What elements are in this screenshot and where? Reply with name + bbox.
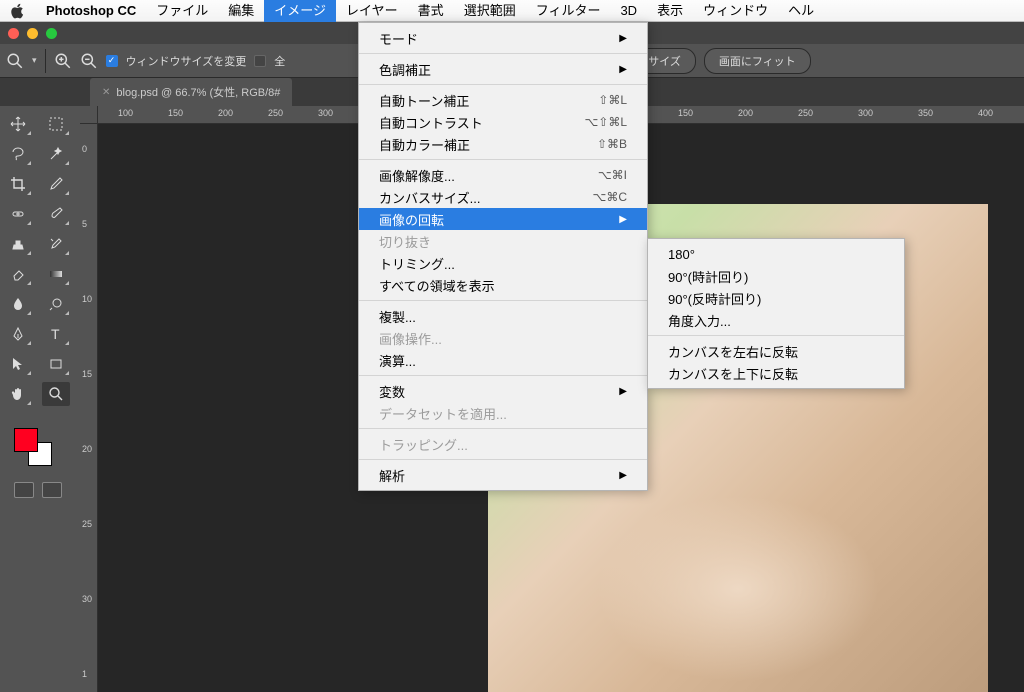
- flip-vertical[interactable]: カンバスを上下に反転: [648, 362, 904, 384]
- eyedropper-tool[interactable]: [42, 172, 70, 196]
- menu-trap: トラッピング...: [359, 433, 647, 455]
- dodge-tool[interactable]: [42, 292, 70, 316]
- foreground-swatch[interactable]: [14, 428, 38, 452]
- blur-tool[interactable]: [4, 292, 32, 316]
- flip-horizontal[interactable]: カンバスを左右に反転: [648, 340, 904, 362]
- lasso-tool[interactable]: [4, 142, 32, 166]
- clone-stamp-tool[interactable]: [4, 232, 32, 256]
- type-tool[interactable]: T: [42, 322, 70, 346]
- all-windows-label: 全: [274, 53, 285, 69]
- ruler-origin[interactable]: [80, 106, 98, 124]
- menu-edit[interactable]: 編集: [218, 0, 264, 22]
- menu-analysis[interactable]: 解析▶: [359, 464, 647, 486]
- menu-adjustments[interactable]: 色調補正▶: [359, 58, 647, 80]
- rectangle-tool[interactable]: [42, 352, 70, 376]
- rotate-180[interactable]: 180°: [648, 243, 904, 265]
- zoom-button[interactable]: [46, 28, 57, 39]
- menu-canvas-size[interactable]: カンバスサイズ...⌥⌘C: [359, 186, 647, 208]
- quick-mask-toggle[interactable]: [14, 482, 76, 498]
- rotate-90-cw[interactable]: 90°(時計回り): [648, 265, 904, 287]
- zoom-out-icon[interactable]: [80, 52, 98, 70]
- dropdown-arrow-icon[interactable]: ▾: [32, 55, 37, 66]
- menu-calculations[interactable]: 演算...: [359, 349, 647, 371]
- gradient-tool[interactable]: [42, 262, 70, 286]
- history-brush-tool[interactable]: [42, 232, 70, 256]
- healing-brush-tool[interactable]: [4, 202, 32, 226]
- menu-variables[interactable]: 変数▶: [359, 380, 647, 402]
- pen-tool[interactable]: [4, 322, 32, 346]
- menu-view[interactable]: 表示: [647, 0, 693, 22]
- menu-3d[interactable]: 3D: [610, 0, 647, 22]
- ruler-vertical[interactable]: 0 5 10 15 20 25 30 1: [80, 124, 98, 692]
- fill-screen-button[interactable]: 画面にフィット: [704, 48, 811, 74]
- menu-auto-color[interactable]: 自動カラー補正⇧⌘B: [359, 133, 647, 155]
- menu-reveal-all[interactable]: すべての領域を表示: [359, 274, 647, 296]
- zoom-tool[interactable]: [42, 382, 70, 406]
- menu-help[interactable]: ヘル: [778, 0, 824, 22]
- menu-image-rotation[interactable]: 画像の回転▶: [359, 208, 647, 230]
- menu-auto-contrast[interactable]: 自動コントラスト⌥⇧⌘L: [359, 111, 647, 133]
- menu-image-size[interactable]: 画像解像度...⌥⌘I: [359, 164, 647, 186]
- crop-tool[interactable]: [4, 172, 32, 196]
- minimize-button[interactable]: [27, 28, 38, 39]
- eraser-tool[interactable]: [4, 262, 32, 286]
- menu-filter[interactable]: フィルター: [526, 0, 611, 22]
- apple-icon[interactable]: [10, 3, 26, 19]
- menubar: Photoshop CC ファイル 編集 イメージ レイヤー 書式 選択範囲 フ…: [0, 0, 1024, 22]
- menu-duplicate[interactable]: 複製...: [359, 305, 647, 327]
- menu-trim[interactable]: トリミング...: [359, 252, 647, 274]
- traffic-lights: [8, 28, 57, 39]
- zoom-in-icon[interactable]: [54, 52, 72, 70]
- close-button[interactable]: [8, 28, 19, 39]
- menu-image[interactable]: イメージ: [264, 0, 336, 22]
- menu-mode[interactable]: モード▶: [359, 27, 647, 49]
- menu-apply-image: 画像操作...: [359, 327, 647, 349]
- zoom-tool-icon[interactable]: [6, 52, 24, 70]
- color-swatches[interactable]: [14, 428, 54, 468]
- menu-crop: 切り抜き: [359, 230, 647, 252]
- menu-auto-tone[interactable]: 自動トーン補正⇧⌘L: [359, 89, 647, 111]
- resize-window-checkbox[interactable]: ✓: [106, 55, 118, 67]
- app-name[interactable]: Photoshop CC: [36, 3, 146, 18]
- close-tab-icon[interactable]: ✕: [102, 87, 110, 98]
- magic-wand-tool[interactable]: [42, 142, 70, 166]
- tab-label: blog.psd @ 66.7% (女性, RGB/8#: [116, 84, 280, 100]
- menu-file[interactable]: ファイル: [146, 0, 218, 22]
- resize-window-label: ウィンドウサイズを変更: [126, 53, 247, 69]
- marquee-tool[interactable]: [42, 112, 70, 136]
- image-menu-dropdown: モード▶ 色調補正▶ 自動トーン補正⇧⌘L 自動コントラスト⌥⇧⌘L 自動カラー…: [358, 22, 648, 491]
- image-rotation-submenu: 180° 90°(時計回り) 90°(反時計回り) 角度入力... カンバスを左…: [647, 238, 905, 389]
- brush-tool[interactable]: [42, 202, 70, 226]
- menu-layer[interactable]: レイヤー: [336, 0, 408, 22]
- all-windows-checkbox[interactable]: [254, 55, 266, 67]
- hand-tool[interactable]: [4, 382, 32, 406]
- document-tab[interactable]: ✕ blog.psd @ 66.7% (女性, RGB/8#: [90, 78, 292, 106]
- move-tool[interactable]: [4, 112, 32, 136]
- rotate-arbitrary[interactable]: 角度入力...: [648, 309, 904, 331]
- rotate-90-ccw[interactable]: 90°(反時計回り): [648, 287, 904, 309]
- menu-select[interactable]: 選択範囲: [454, 0, 526, 22]
- toolbox: T: [0, 106, 80, 692]
- menu-window[interactable]: ウィンドウ: [693, 0, 778, 22]
- menu-apply-dataset: データセットを適用...: [359, 402, 647, 424]
- path-select-tool[interactable]: [4, 352, 32, 376]
- svg-text:T: T: [51, 326, 60, 342]
- menu-type[interactable]: 書式: [408, 0, 454, 22]
